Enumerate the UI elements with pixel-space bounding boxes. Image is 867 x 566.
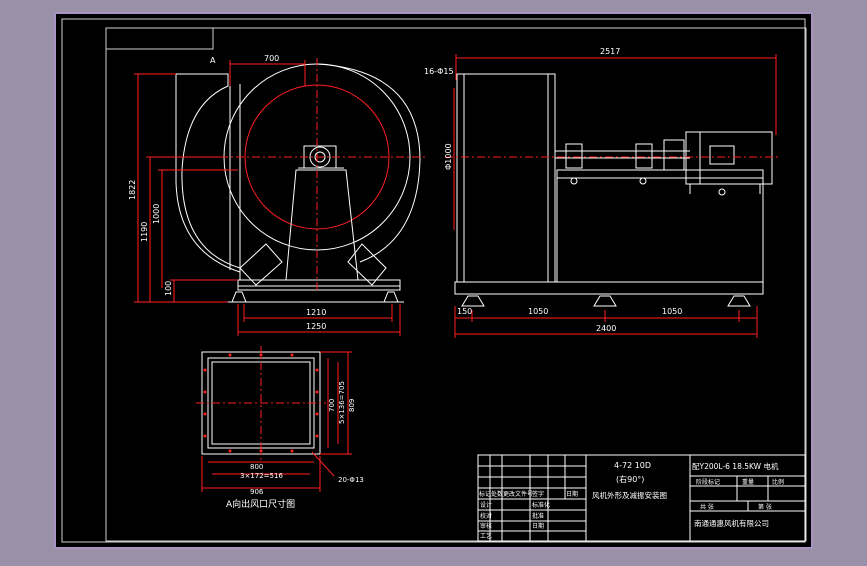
sign-right-date: 日期 <box>532 522 544 530</box>
dim-span-1: 1050 <box>528 307 548 316</box>
scale-label: 比例 <box>772 478 784 486</box>
weight-label: 重量 <box>742 478 754 486</box>
sheet-number: 第 张 <box>758 503 772 511</box>
sign-row-check: 校对 <box>480 512 492 520</box>
sheets-total: 共 张 <box>700 503 714 511</box>
dim-end-150: 150 <box>457 307 472 316</box>
sign-right-std: 标准化 <box>532 501 550 509</box>
drawing-name: 风机外形及减振安装图 <box>592 490 667 500</box>
dim-span-2: 1050 <box>662 307 682 316</box>
cad-drawing-sheet: A 700 1822 1190 1000 100 1210 1250 2517 … <box>0 0 867 562</box>
dim-base-width: 1250 <box>306 322 326 331</box>
sign-row-design: 设计 <box>480 501 492 509</box>
rev-header-mark: 标记 <box>479 490 491 498</box>
company-name: 南通通惠风机有限公司 <box>694 518 769 528</box>
dim-casing-diameter: Φ1000 <box>444 143 453 170</box>
dim-flange-holes: 16-Φ15 <box>424 67 454 76</box>
dim-inner-width: 800 <box>250 463 263 471</box>
rev-header-sign: 签字 <box>532 490 544 498</box>
sign-row-process: 工艺 <box>480 532 492 540</box>
stage-label: 阶段标记 <box>696 478 720 486</box>
dim-bolt-holes: 20-Φ13 <box>338 476 364 484</box>
dim-holes-x: 3×172=516 <box>240 472 283 480</box>
dim-total-length: 2517 <box>600 47 620 56</box>
view-label-a: A <box>210 56 216 65</box>
rev-header-count: 处数 <box>491 490 503 498</box>
motor-spec: 配Y200L-6 18.5KW 电机 <box>692 461 779 471</box>
fan-rotation: (右90°) <box>616 474 644 484</box>
dim-outlet-height: 1190 <box>140 222 149 242</box>
sign-right-approve: 批准 <box>532 512 544 520</box>
dim-base-100: 100 <box>164 281 173 296</box>
dim-inner-height: 700 <box>328 399 336 412</box>
dim-holes-y: 5×136=705 <box>338 381 346 424</box>
dim-base-length: 2400 <box>596 324 616 333</box>
dim-total-height: 1822 <box>128 180 137 200</box>
outlet-caption: A向出风口尺寸图 <box>226 498 295 510</box>
dim-outer-width: 906 <box>250 488 264 496</box>
dim-inlet-700: 700 <box>264 54 279 63</box>
sign-row-review: 审核 <box>480 522 492 530</box>
dim-shaft-height: 1000 <box>152 204 161 224</box>
rev-header-doc: 更改文件号 <box>503 490 533 498</box>
dim-outer-height: 809 <box>348 399 356 412</box>
fan-model: 4-72 10D <box>614 461 651 470</box>
dim-foot-span: 1210 <box>306 308 326 317</box>
rev-header-date: 日期 <box>566 490 578 498</box>
